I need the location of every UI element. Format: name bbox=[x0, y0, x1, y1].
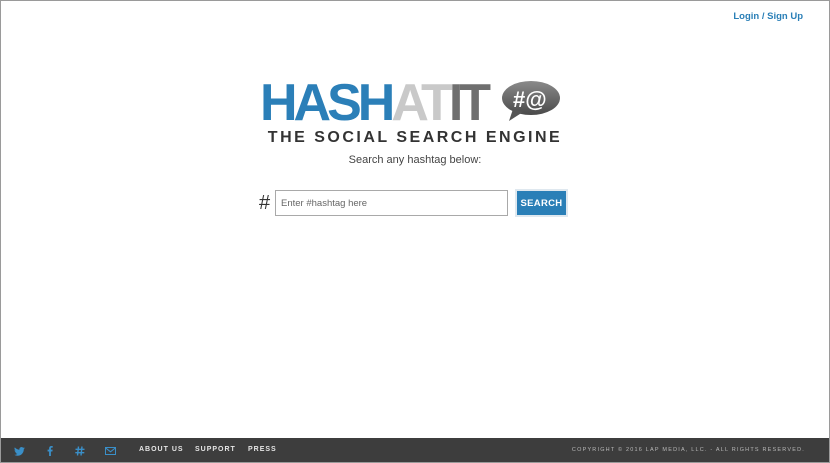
logo-part-hash: HASH bbox=[260, 74, 395, 132]
logo-part-it: IT bbox=[448, 74, 491, 132]
facebook-icon[interactable] bbox=[44, 445, 56, 457]
page: Login / Sign Up HASHATIT #@ THE SOCIAL S… bbox=[1, 1, 829, 462]
email-icon[interactable] bbox=[104, 445, 116, 457]
hashatit-logo[interactable]: HASHATIT #@ bbox=[260, 74, 562, 132]
footer-link-press[interactable]: PRESS bbox=[248, 446, 277, 453]
logo-wordmark: HASHATIT bbox=[260, 74, 491, 132]
hash-prefix: # bbox=[259, 192, 271, 214]
search-button[interactable]: SEARCH bbox=[515, 189, 568, 217]
login-signup-link[interactable]: Login / Sign Up bbox=[733, 11, 803, 22]
tagline: THE SOCIAL SEARCH ENGINE bbox=[267, 129, 563, 146]
footer-link-support[interactable]: SUPPORT bbox=[195, 446, 236, 453]
hashtag-icon[interactable] bbox=[74, 445, 86, 457]
footer: ABOUT US SUPPORT PRESS COPYRIGHT © 2016 … bbox=[1, 438, 829, 462]
search-instructions: Search any hashtag below: bbox=[348, 154, 482, 166]
twitter-icon[interactable] bbox=[13, 445, 25, 457]
logo-bubble-text: #@ bbox=[513, 87, 547, 112]
speech-bubble-icon: #@ bbox=[502, 81, 560, 121]
copyright-text: COPYRIGHT © 2016 LAP MEDIA, LLC. - ALL R… bbox=[571, 447, 805, 453]
footer-link-about-us[interactable]: ABOUT US bbox=[139, 446, 184, 453]
logo-part-at: AT bbox=[391, 74, 453, 132]
hashtag-search-input[interactable] bbox=[275, 190, 508, 216]
